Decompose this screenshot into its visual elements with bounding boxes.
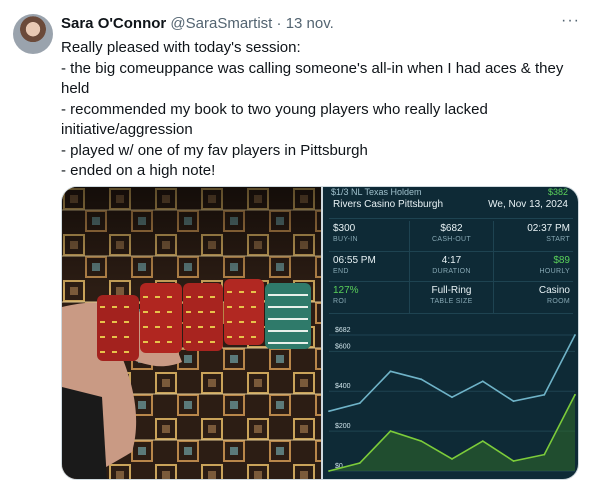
stat-label: CASH-OUT	[432, 236, 471, 243]
stat-value: 4:17	[441, 255, 462, 266]
stat-duration: 4:17 DURATION	[409, 255, 494, 289]
author-handle[interactable]: @SaraSmartist	[170, 15, 272, 32]
stat-label: TABLE SIZE	[430, 298, 473, 305]
series-point	[420, 440, 423, 442]
tweet-line: - the big comeuppance was calling someon…	[61, 59, 564, 98]
tweet-header: Sara O'Connor @SaraSmartist · 13 nov.	[61, 15, 334, 33]
series-point	[512, 460, 515, 462]
y-tick-label: $682	[335, 327, 351, 334]
author-name[interactable]: Sara O'Connor	[61, 15, 166, 32]
series-point	[512, 400, 515, 403]
poker-chips-photo-art	[62, 187, 321, 479]
stat-buy-in: $300 BUY-IN	[333, 223, 418, 257]
stat-table-size: Full-Ring TABLE SIZE	[409, 285, 494, 319]
stat-value: $682	[440, 223, 463, 234]
poker-chips-photo[interactable]	[62, 187, 321, 479]
session-profit: $382	[547, 187, 568, 197]
tweet-media[interactable]: $1/3 NL Texas Holdem $382 Rivers Casino …	[61, 186, 579, 480]
tweet-text: Really pleased with today's session: - t…	[61, 38, 581, 182]
series-point	[543, 453, 546, 456]
stat-roi: 127% ROI	[333, 285, 418, 319]
y-tick-label: $600	[335, 343, 351, 350]
series-point	[389, 430, 392, 433]
series-point	[481, 380, 484, 383]
session-panel: $1/3 NL Texas Holdem $382 Rivers Casino …	[323, 187, 578, 479]
stat-label: DURATION	[432, 268, 471, 275]
stat-start: 02:37 PM START	[485, 223, 570, 257]
series-line	[328, 334, 576, 412]
stat-label: HOURLY	[539, 268, 570, 275]
stat-value: Casino	[538, 285, 570, 296]
series-point	[420, 378, 423, 381]
series-point	[389, 370, 392, 373]
series-point	[451, 458, 453, 460]
stat-value: $300	[333, 223, 356, 234]
series-point	[481, 440, 484, 442]
stat-end: 06:55 PM END	[333, 255, 418, 289]
stat-label: START	[546, 236, 570, 243]
y-tick-label: $400	[335, 383, 351, 390]
stat-label: ROOM	[547, 298, 570, 305]
stat-cash-out: $682 CASH-OUT	[409, 223, 494, 257]
tweet-line: Really pleased with today's session:	[61, 39, 301, 56]
session-screenshot[interactable]: $1/3 NL Texas Holdem $382 Rivers Casino …	[323, 187, 578, 479]
stat-label: END	[333, 268, 349, 275]
series-point	[451, 396, 453, 399]
stat-value: Full-Ring	[431, 285, 472, 296]
series-point	[574, 393, 576, 396]
stat-value: 06:55 PM	[333, 255, 376, 266]
series-point	[328, 410, 330, 413]
stat-label: ROI	[333, 298, 347, 305]
stat-value: 02:37 PM	[527, 223, 570, 234]
stat-label: BUY-IN	[333, 236, 358, 243]
stat-value: 127%	[333, 285, 359, 296]
series-point	[574, 334, 576, 336]
series-point	[328, 470, 330, 472]
stat-value: $89	[553, 255, 570, 266]
series-point	[358, 402, 361, 405]
tweet-line: - played w/ one of my fav players in Pit…	[61, 141, 368, 159]
avatar[interactable]	[13, 14, 53, 54]
stat-hourly: $89 HOURLY	[485, 255, 570, 289]
tweet-date[interactable]: 13 nov.	[286, 15, 334, 32]
game-name: $1/3 NL Texas Holdem	[331, 187, 422, 197]
y-tick-label: $200	[335, 423, 351, 430]
more-options-icon[interactable]: ···	[561, 12, 580, 30]
profit-chart: $682$600$400$200$0	[328, 327, 576, 472]
series-point	[358, 462, 361, 464]
stat-room: Casino ROOM	[485, 285, 570, 319]
venue-name: Rivers Casino Pittsburgh	[333, 199, 444, 210]
session-date: We, Nov 13, 2024	[488, 199, 568, 210]
header-separator: ·	[276, 15, 282, 32]
tweet-line: - recommended my book to two young playe…	[61, 100, 488, 139]
series-point	[543, 393, 546, 396]
tweet-line: - ended on a high note!	[61, 162, 216, 179]
